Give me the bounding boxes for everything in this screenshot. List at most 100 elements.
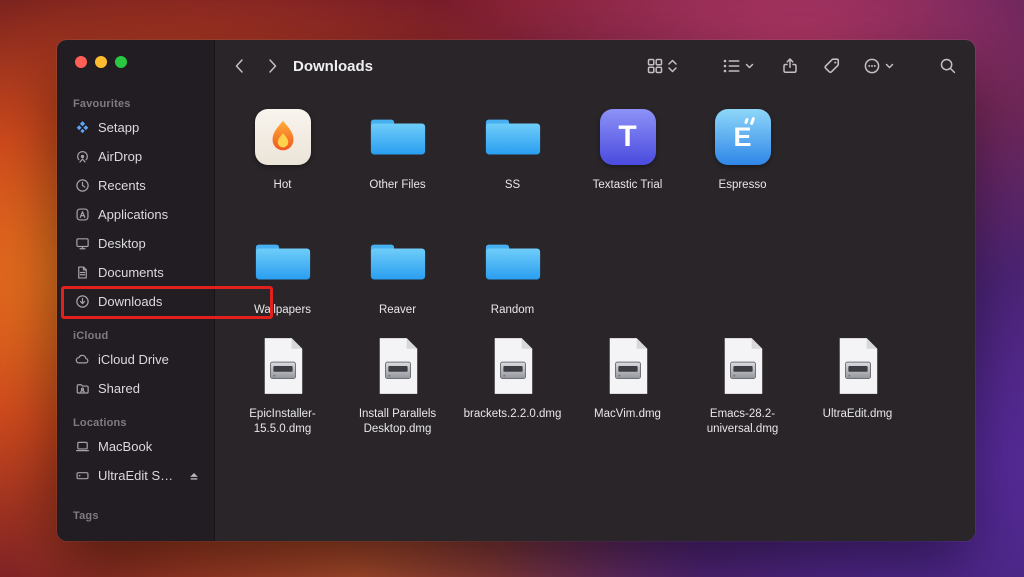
folder-icon — [252, 229, 314, 295]
file-macvim-dmg[interactable]: MacVim.dmg — [570, 333, 685, 436]
sidebar-item-ultraedit-disk[interactable]: UltraEdit S… — [65, 461, 206, 490]
sidebar-item-icloud-drive[interactable]: iCloud Drive — [65, 345, 206, 374]
folder-icon — [482, 229, 544, 295]
sidebar-item-label: Applications — [98, 207, 168, 222]
sidebar-item-documents[interactable]: Documents — [65, 258, 206, 287]
file-textastic[interactable]: T Textastic Trial — [570, 104, 685, 193]
file-hot[interactable]: Hot — [225, 104, 340, 193]
file-ultraedit-dmg[interactable]: UltraEdit.dmg — [800, 333, 915, 436]
toolbar: Downloads — [215, 40, 975, 92]
file-brackets-dmg[interactable]: brackets.2.2.0.dmg — [455, 333, 570, 436]
dmg-file-icon — [833, 333, 883, 399]
search-button[interactable] — [939, 57, 957, 75]
sidebar-item-label: UltraEdit S… — [98, 468, 173, 483]
view-options-button[interactable] — [646, 57, 678, 75]
sidebar-item-label: iCloud Drive — [98, 352, 169, 367]
dmg-file-icon — [718, 333, 768, 399]
sidebar-item-desktop[interactable]: Desktop — [65, 229, 206, 258]
textastic-app-icon: T — [600, 109, 656, 165]
espresso-app-icon: E — [715, 109, 771, 165]
more-ellipsis-icon — [863, 57, 881, 75]
chevron-up-down-icon — [667, 58, 678, 74]
folder-icon — [367, 229, 429, 295]
airdrop-icon — [73, 149, 91, 164]
file-reaver[interactable]: Reaver — [340, 229, 455, 318]
setapp-icon — [73, 120, 91, 135]
sidebar-item-macbook[interactable]: MacBook — [65, 432, 206, 461]
file-label: Hot — [274, 178, 292, 193]
icon-view-grid-icon — [646, 57, 664, 75]
file-label: Emacs-28.2-universal.dmg — [690, 407, 796, 436]
sidebar-section-locations: Locations — [73, 417, 206, 429]
chevron-down-icon — [884, 61, 895, 71]
app-glyph: E — [733, 124, 751, 151]
file-ss[interactable]: SS — [455, 104, 570, 193]
window-title: Downloads — [293, 58, 373, 75]
sidebar-item-label: Shared — [98, 381, 140, 396]
tag-icon — [823, 57, 841, 75]
eject-icon[interactable] — [188, 470, 200, 482]
file-grid: Hot Other Files SS T — [215, 92, 975, 541]
hot-app-icon — [255, 109, 311, 165]
file-parallels-dmg[interactable]: Install Parallels Desktop.dmg — [340, 333, 455, 436]
sidebar-item-label: Setapp — [98, 120, 139, 135]
sidebar-item-recents[interactable]: Recents — [65, 171, 206, 200]
dmg-file-icon — [488, 333, 538, 399]
sidebar-section-tags: Tags — [73, 510, 206, 522]
group-button[interactable] — [722, 58, 755, 74]
sidebar-item-label: Documents — [98, 265, 164, 280]
search-icon — [939, 57, 957, 75]
downloads-icon — [73, 294, 91, 309]
sidebar-item-downloads[interactable]: Downloads — [65, 287, 206, 316]
tags-button[interactable] — [823, 57, 841, 75]
back-button[interactable] — [233, 57, 245, 75]
shared-icon — [73, 381, 91, 396]
grid-row: EpicInstaller-15.5.0.dmg Install Paralle… — [225, 333, 975, 436]
dmg-file-icon — [258, 333, 308, 399]
sidebar-item-label: AirDrop — [98, 149, 142, 164]
sidebar-item-label: Downloads — [98, 294, 162, 309]
sidebar-item-label: Desktop — [98, 236, 146, 251]
traffic-lights — [65, 56, 206, 68]
forward-button[interactable] — [267, 57, 279, 75]
file-label: EpicInstaller-15.5.0.dmg — [230, 407, 336, 436]
dmg-file-icon — [373, 333, 423, 399]
more-actions-button[interactable] — [863, 57, 895, 75]
file-label: Other Files — [369, 178, 425, 193]
file-label: Install Parallels Desktop.dmg — [345, 407, 451, 436]
sidebar-item-label: MacBook — [98, 439, 152, 454]
file-random[interactable]: Random — [455, 229, 570, 318]
file-espresso[interactable]: E Espresso — [685, 104, 800, 193]
file-label: MacVim.dmg — [594, 407, 661, 422]
chevron-down-icon — [744, 61, 755, 71]
sidebar-item-applications[interactable]: Applications — [65, 200, 206, 229]
sidebar-section-favourites: Favourites — [73, 98, 206, 110]
file-other-files[interactable]: Other Files — [340, 104, 455, 193]
grid-row: Hot Other Files SS T — [225, 104, 975, 193]
documents-icon — [73, 265, 91, 280]
desktop-icon — [73, 236, 91, 251]
close-button[interactable] — [75, 56, 87, 68]
share-button[interactable] — [781, 57, 799, 75]
dmg-file-icon — [603, 333, 653, 399]
steam-decoration — [749, 117, 755, 126]
maximize-button[interactable] — [115, 56, 127, 68]
file-epicinstaller-dmg[interactable]: EpicInstaller-15.5.0.dmg — [225, 333, 340, 436]
file-label: Reaver — [379, 303, 416, 318]
file-wallpapers[interactable]: Wallpapers — [225, 229, 340, 318]
sidebar-item-shared[interactable]: Shared — [65, 374, 206, 403]
file-label: SS — [505, 178, 520, 193]
macbook-icon — [73, 439, 91, 454]
file-emacs-dmg[interactable]: Emacs-28.2-universal.dmg — [685, 333, 800, 436]
file-label: Random — [491, 303, 534, 318]
file-label: UltraEdit.dmg — [823, 407, 893, 422]
sidebar-item-setapp[interactable]: Setapp — [65, 113, 206, 142]
minimize-button[interactable] — [95, 56, 107, 68]
group-rows-icon — [722, 58, 741, 74]
recents-icon — [73, 178, 91, 193]
sidebar-item-airdrop[interactable]: AirDrop — [65, 142, 206, 171]
folder-icon — [367, 104, 429, 170]
grid-row: Wallpapers Reaver Random — [225, 229, 975, 318]
file-label: Textastic Trial — [593, 178, 663, 193]
finder-window: Favourites Setapp AirDrop Recents Applic… — [57, 40, 975, 541]
